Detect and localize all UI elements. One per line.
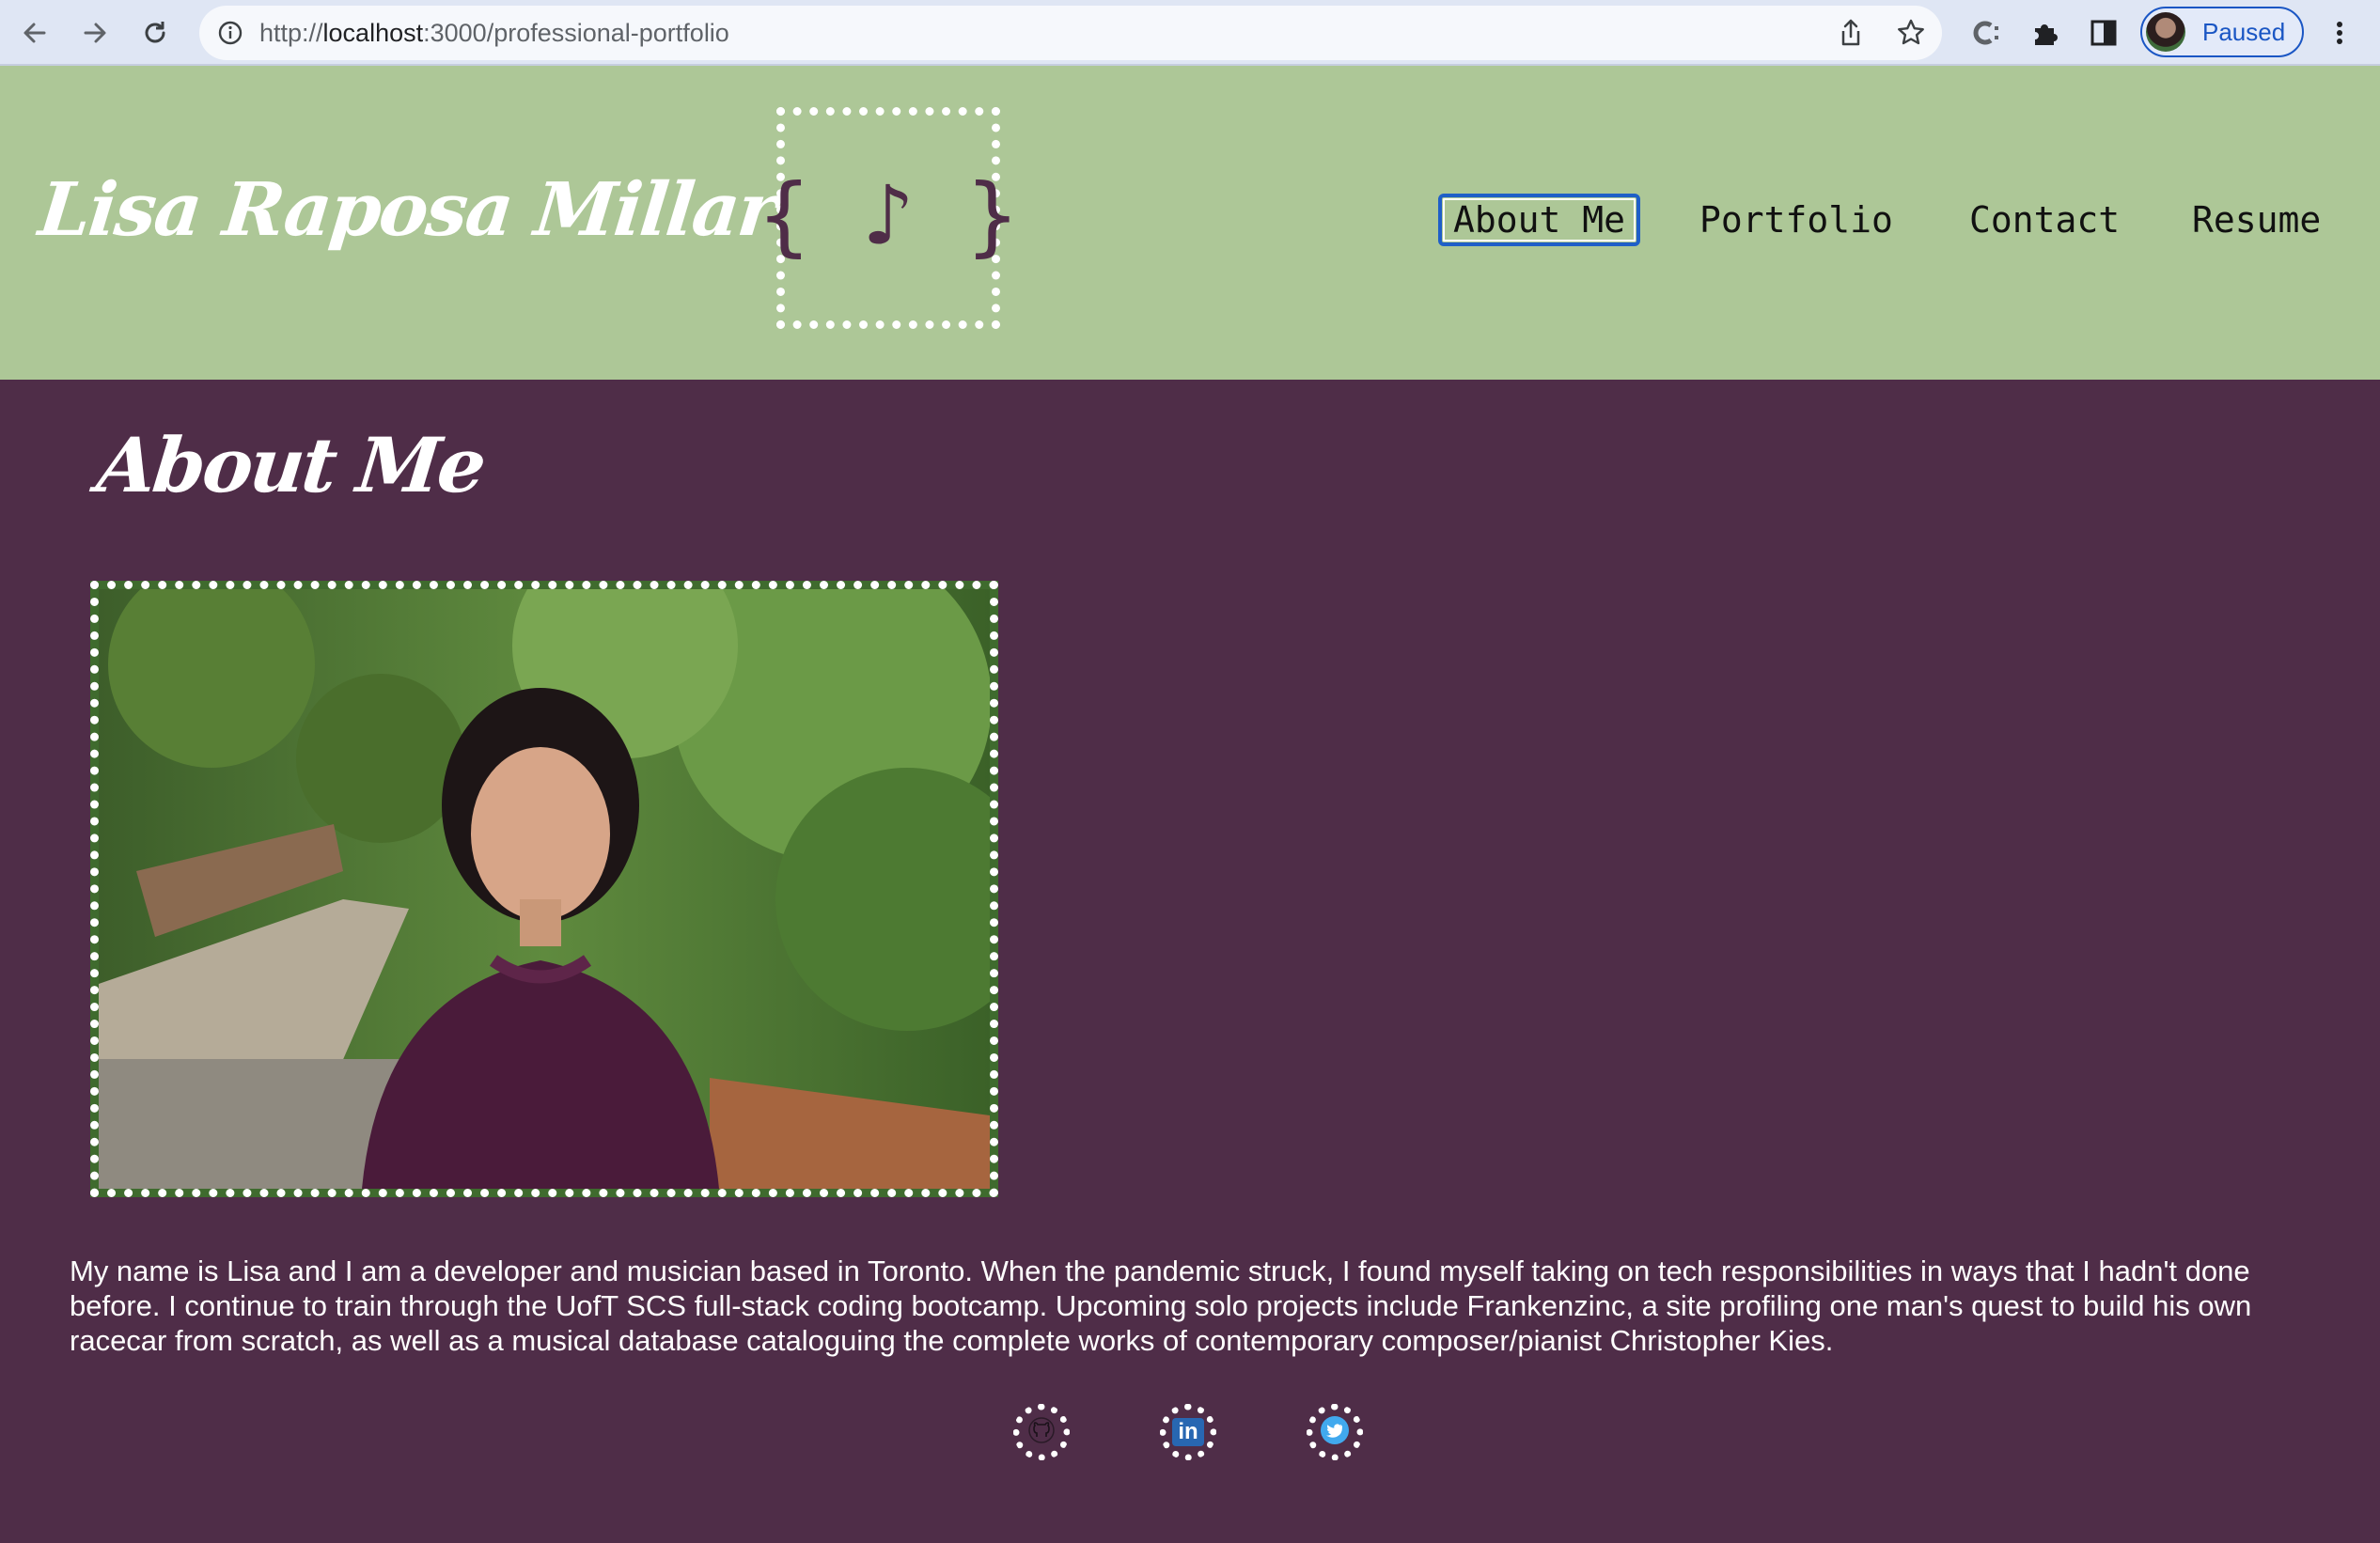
bio-paragraph: My name is Lisa and I am a developer and… (70, 1255, 2252, 1357)
music-note-braces-icon: { ♪ } (758, 164, 1019, 266)
forward-arrow-icon[interactable] (73, 11, 117, 55)
extension-c-icon[interactable] (1965, 11, 2008, 55)
bookmark-star-icon[interactable] (1895, 17, 1927, 49)
profile-button[interactable]: Paused (2140, 7, 2304, 57)
back-arrow-icon[interactable] (13, 11, 56, 55)
address-bar[interactable]: http://localhost:3000/professional-portf… (199, 6, 1942, 60)
reload-icon[interactable] (133, 11, 177, 55)
avatar (2146, 12, 2185, 52)
share-icon[interactable] (1835, 17, 1867, 49)
nav-resume[interactable]: Resume (2192, 194, 2321, 246)
twitter-icon (1320, 1415, 1350, 1450)
browser-toolbar: http://localhost:3000/professional-portf… (0, 0, 2380, 66)
puzzle-extensions-icon[interactable] (2024, 11, 2067, 55)
music-code-logo: { ♪ } (759, 107, 1018, 329)
github-link[interactable] (1013, 1404, 1070, 1460)
kebab-menu-icon[interactable] (2318, 11, 2361, 55)
page-title: About Me (93, 421, 488, 509)
profile-photo (90, 581, 998, 1197)
twitter-link[interactable] (1307, 1404, 1363, 1460)
site-header: Lisa Raposa Millar { ♪ } About Me Portfo… (0, 66, 2380, 380)
nav-about-me[interactable]: About Me (1438, 194, 1641, 246)
nav-contact[interactable]: Contact (1969, 194, 2120, 246)
side-panel-icon[interactable] (2082, 11, 2125, 55)
nav-portfolio[interactable]: Portfolio (1699, 194, 1893, 246)
linkedin-link[interactable]: in (1160, 1404, 1216, 1460)
site-name[interactable]: Lisa Raposa Millar (35, 167, 779, 253)
url-text: http://localhost:3000/professional-portf… (259, 19, 729, 47)
github-icon (1027, 1416, 1056, 1449)
profile-status: Paused (2202, 18, 2286, 46)
linkedin-icon: in (1172, 1418, 1204, 1446)
site-info-icon[interactable] (216, 19, 244, 47)
